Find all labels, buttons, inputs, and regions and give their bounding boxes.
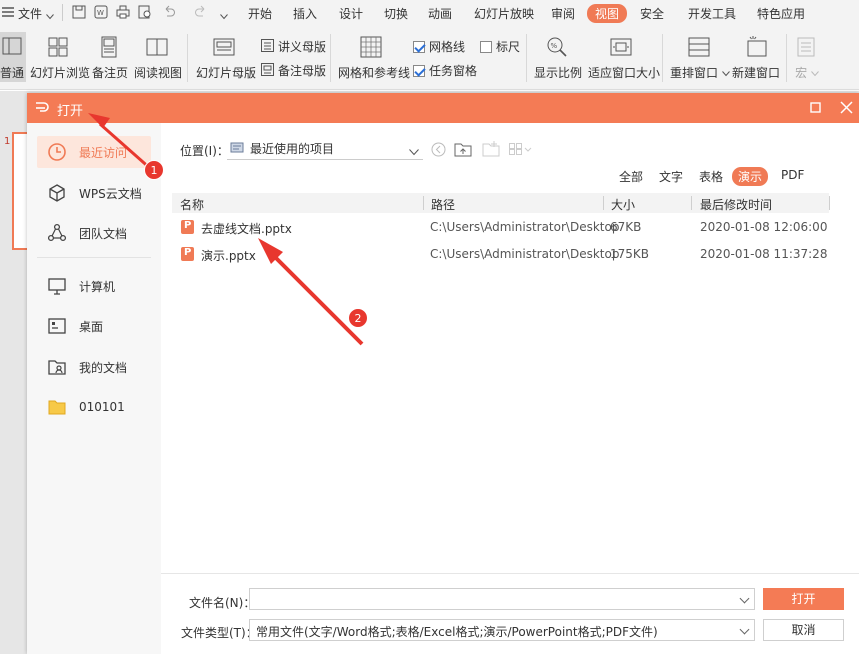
annotation-badge-2: 2 — [348, 308, 368, 328]
annotation-arrow-1 — [88, 113, 153, 172]
annotation-badge-1: 1 — [144, 160, 164, 180]
annotation-overlay — [88, 113, 364, 346]
annotation-arrow-2 — [258, 238, 364, 346]
